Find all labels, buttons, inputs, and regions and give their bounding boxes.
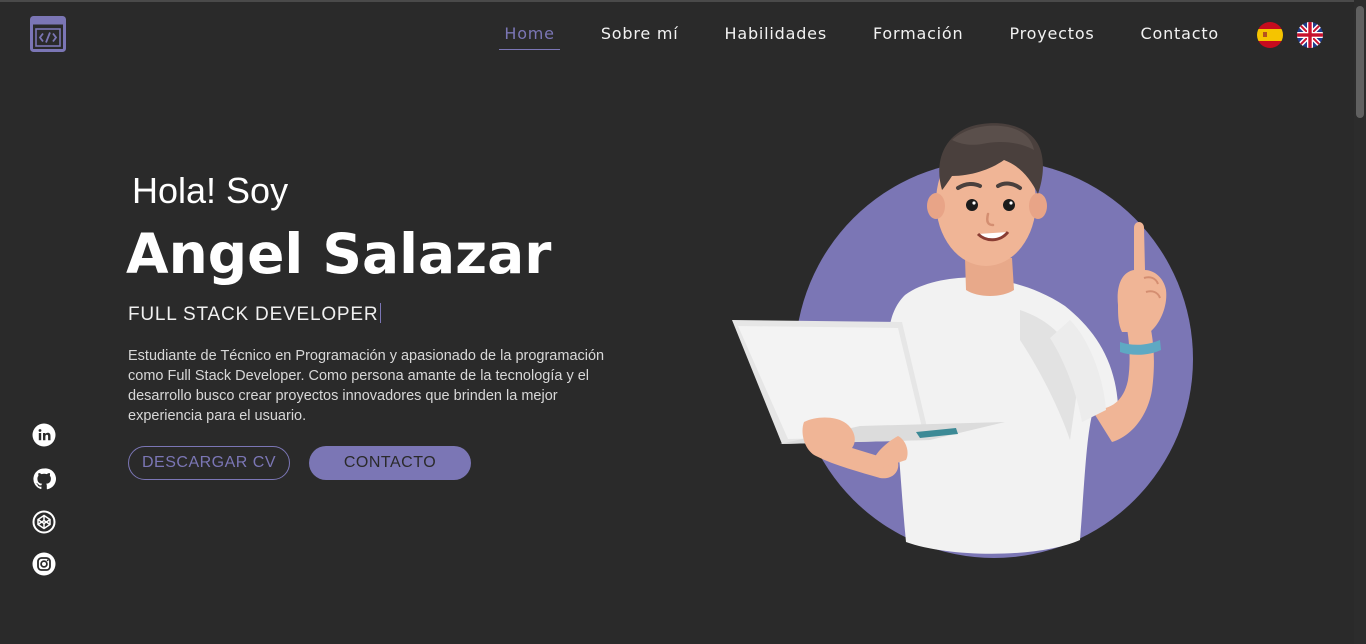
nav-formacion[interactable]: Formación <box>868 22 968 50</box>
spain-flag-icon[interactable] <box>1257 22 1283 48</box>
hero-greeting: Hola! Soy <box>132 170 289 211</box>
developer-avatar-illustration <box>720 110 1200 570</box>
nav-proyectos[interactable]: Proyectos <box>1004 22 1099 50</box>
hero-role-text: FULL STACK DEVELOPER <box>128 304 379 325</box>
nav-contacto[interactable]: Contacto <box>1136 22 1224 50</box>
uk-flag-icon[interactable] <box>1297 22 1323 48</box>
hero-role: FULL STACK DEVELOPER <box>128 303 382 326</box>
codepen-icon[interactable] <box>32 510 56 534</box>
hero-name: Angel Salazar <box>126 222 552 286</box>
top-border <box>0 0 1366 2</box>
logo-code-icon[interactable] <box>30 16 66 52</box>
github-icon[interactable] <box>32 467 56 491</box>
main-nav: Home Sobre mí Habilidades Formación Proy… <box>463 22 1224 50</box>
nav-sobre-mi[interactable]: Sobre mí <box>596 22 684 50</box>
instagram-icon[interactable] <box>32 552 56 576</box>
hero-description: Estudiante de Técnico en Programación y … <box>128 348 605 424</box>
scrollbar-thumb[interactable] <box>1356 6 1364 118</box>
linkedin-icon[interactable] <box>32 423 56 447</box>
scrollbar[interactable] <box>1354 0 1366 644</box>
nav-habilidades[interactable]: Habilidades <box>720 22 832 50</box>
download-cv-button[interactable]: DESCARGAR CV <box>128 446 290 480</box>
typing-caret <box>380 303 382 323</box>
contact-button[interactable]: CONTACTO <box>309 446 471 480</box>
nav-home[interactable]: Home <box>499 22 560 50</box>
